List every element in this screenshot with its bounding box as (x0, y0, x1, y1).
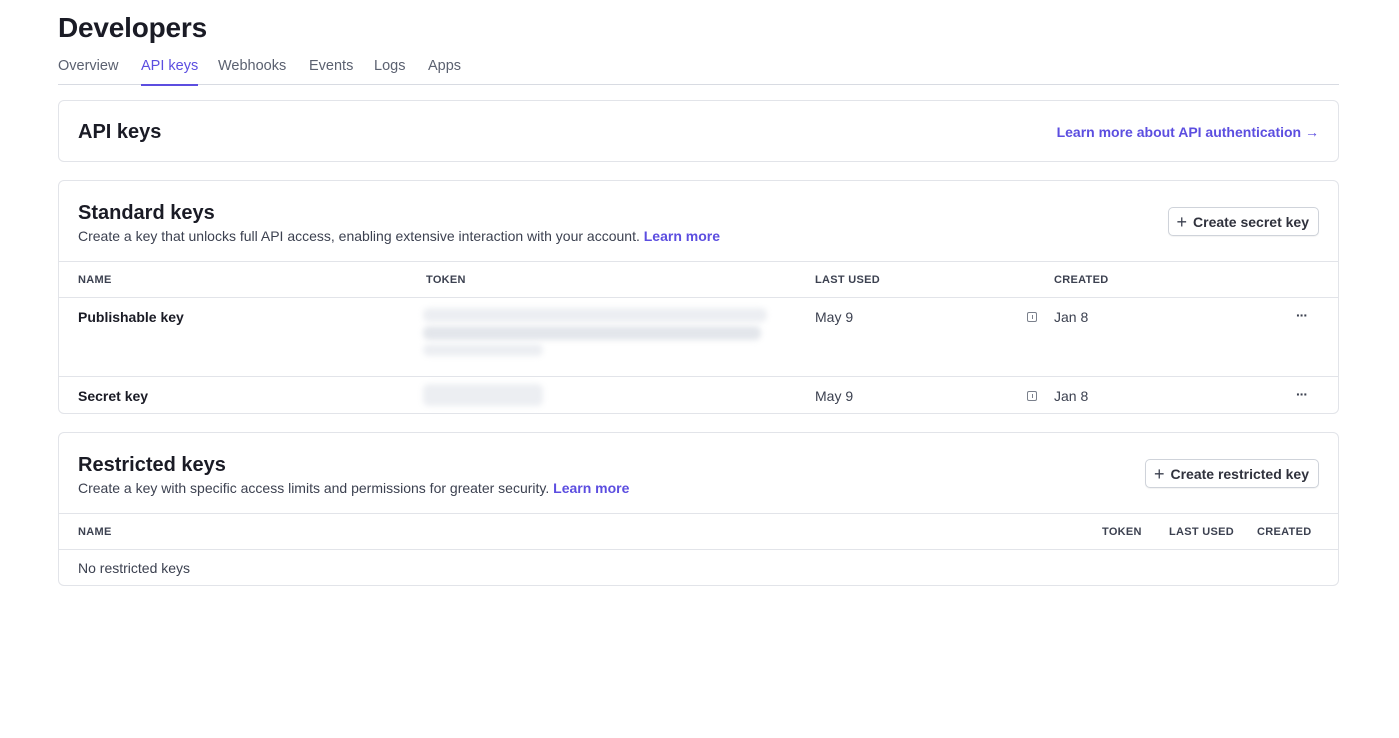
token-redacted (423, 308, 767, 322)
created-date: Jan 8 (1054, 309, 1089, 325)
create-secret-key-label: Create secret key (1193, 213, 1309, 230)
create-restricted-key-label: Create restricted key (1170, 465, 1309, 482)
restricted-keys-description: Create a key with specific access limits… (78, 480, 629, 496)
page-title: Developers (58, 12, 207, 43)
standard-keys-description: Create a key that unlocks full API acces… (78, 228, 720, 244)
restricted-keys-card: Restricted keys Create a key with specif… (58, 432, 1339, 586)
create-restricted-key-button[interactable]: + Create restricted key (1144, 459, 1319, 488)
tab-events[interactable]: Events (309, 58, 353, 85)
created-date: Jan 8 (1054, 388, 1089, 404)
standard-keys-heading: Standard keys (78, 202, 215, 224)
column-token: TOKEN (1102, 526, 1142, 538)
tab-apps[interactable]: Apps (428, 58, 461, 85)
restricted-keys-learn-more-link[interactable]: Learn more (553, 480, 629, 496)
column-token: TOKEN (426, 274, 466, 286)
tab-webhooks[interactable]: Webhooks (218, 58, 286, 85)
key-name: Secret key (78, 388, 149, 404)
token-redacted (423, 326, 761, 340)
learn-more-api-auth-link[interactable]: Learn more about API authentication → (1057, 124, 1319, 140)
last-used: May 9 (815, 309, 854, 325)
column-name: NAME (78, 274, 112, 286)
empty-state-text: No restricted keys (78, 560, 191, 576)
key-name: Publishable key (78, 309, 184, 325)
column-last-used: LAST USED (1169, 526, 1235, 538)
standard-keys-learn-more-link[interactable]: Learn more (644, 228, 720, 244)
tab-api-keys[interactable]: API keys (141, 58, 199, 86)
tab-bar: Overview API keys Webhooks Events Logs A… (58, 56, 1339, 86)
column-created: CREATED (1054, 274, 1109, 286)
restricted-keys-table-header: NAME TOKEN LAST USED CREATED (59, 513, 1338, 550)
api-keys-heading: API keys (78, 121, 162, 143)
column-created: CREATED (1257, 526, 1312, 538)
standard-keys-card: Standard keys Create a key that unlocks … (58, 180, 1339, 414)
plus-icon: + (1153, 463, 1165, 484)
table-row[interactable]: Publishable key May 9 Jan 8 ··· (59, 298, 1338, 377)
restricted-keys-heading: Restricted keys (78, 454, 226, 476)
tab-overview[interactable]: Overview (58, 58, 118, 85)
tab-logs[interactable]: Logs (374, 58, 405, 85)
restricted-keys-description-text: Create a key with specific access limits… (78, 480, 550, 496)
token-redacted (423, 384, 543, 406)
more-options-icon[interactable]: ··· (1296, 386, 1308, 402)
arrow-right-icon: → (1305, 124, 1319, 140)
last-used: May 9 (815, 388, 854, 404)
create-secret-key-button[interactable]: + Create secret key (1167, 207, 1319, 236)
standard-keys-table-header: NAME TOKEN LAST USED CREATED (59, 261, 1338, 298)
learn-more-api-auth-label: Learn more about API authentication (1056, 124, 1302, 140)
plus-icon: + (1176, 211, 1188, 232)
column-last-used: LAST USED (815, 274, 881, 286)
more-options-icon[interactable]: ··· (1296, 307, 1308, 323)
standard-keys-description-text: Create a key that unlocks full API acces… (78, 228, 640, 244)
api-keys-card: API keys Learn more about API authentica… (58, 100, 1339, 162)
table-row[interactable]: Secret key May 9 Jan 8 ··· (59, 377, 1338, 414)
column-name: NAME (78, 526, 112, 538)
info-icon[interactable] (1027, 391, 1037, 401)
info-icon[interactable] (1027, 312, 1037, 322)
token-redacted (423, 344, 543, 356)
